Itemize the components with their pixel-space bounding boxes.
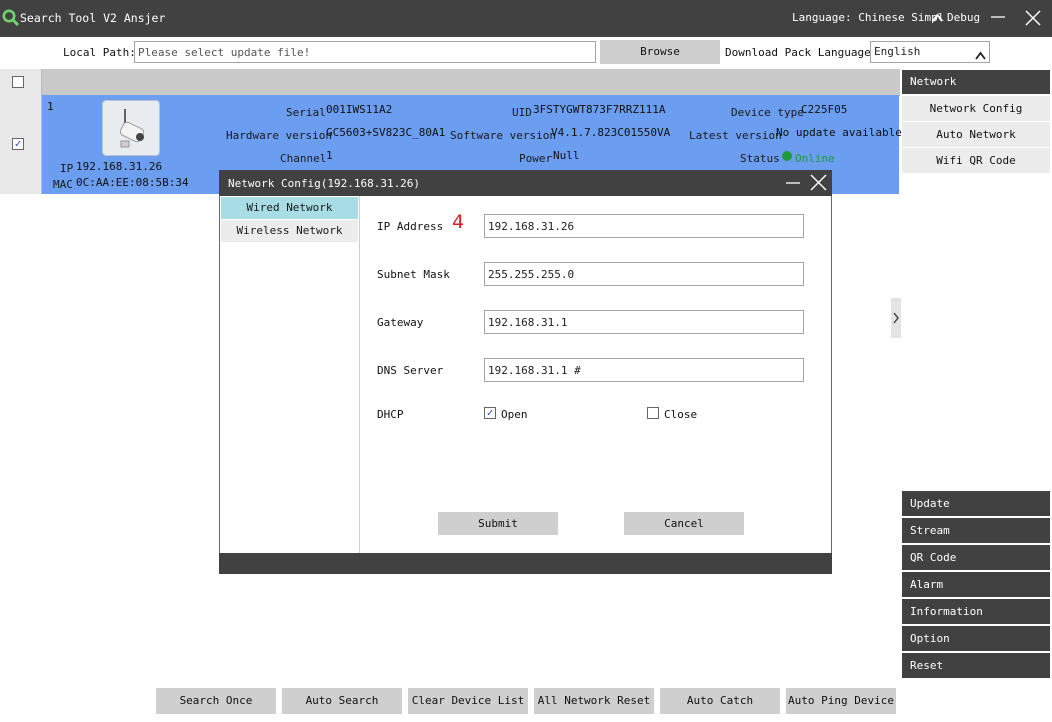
subnet-mask-field[interactable] [484, 262, 804, 286]
status-label: Status [740, 152, 780, 165]
hardware-version: GC5603+SV823C_80A1 [326, 126, 446, 139]
update-button[interactable]: Update [902, 491, 1050, 516]
channel-label: Channel [280, 152, 327, 165]
download-pack-language-select[interactable]: English [870, 41, 990, 63]
auto-search-button[interactable]: Auto Search [282, 688, 402, 714]
dhcp-close-checkbox[interactable] [647, 407, 659, 419]
wifi-qr-code-item[interactable]: Wifi QR Code [902, 148, 1050, 173]
search-once-button[interactable]: Search Once [156, 688, 276, 714]
expand-panel-handle[interactable] [891, 298, 901, 338]
dialog-title-bar: Network Config(192.168.31.26) [219, 170, 832, 196]
device-mac: 0C:AA:EE:08:5B:34 [76, 176, 189, 189]
device-power: Null [553, 149, 580, 162]
dns-server-label: DNS Server [377, 364, 444, 377]
tab-wireless-network[interactable]: Wireless Network [221, 220, 358, 242]
serial-label: Serial [286, 106, 326, 119]
app-title: Search Tool V2 Ansjer [20, 11, 166, 25]
information-button[interactable]: Information [902, 599, 1050, 624]
software-version-label: Software version [450, 129, 556, 142]
stream-button[interactable]: Stream [902, 518, 1050, 543]
browse-button[interactable]: Browse [600, 40, 720, 64]
ip-address-label: IP Address [377, 220, 444, 233]
device-serial: 001IWS11A2 [326, 103, 393, 116]
option-button[interactable]: Option [902, 626, 1050, 651]
debug-label[interactable]: Debug [947, 11, 980, 24]
ip-label: IP [60, 162, 74, 175]
device-channel: 1 [326, 149, 333, 162]
uid-label: UID [512, 106, 532, 119]
dhcp-label: DHCP [377, 408, 404, 421]
device-type: C225F05 [801, 103, 848, 116]
latest-version-label: Latest version [689, 129, 782, 142]
local-path-input[interactable] [134, 41, 596, 63]
software-version: V4.1.7.823C01550VA [551, 126, 671, 139]
dialog-minimize-icon[interactable] [785, 175, 801, 194]
language-selector[interactable]: Language: Chinese Simpl [792, 11, 944, 24]
camera-icon [119, 109, 145, 148]
qr-code-button[interactable]: QR Code [902, 545, 1050, 570]
local-path-label: Local Path: [63, 46, 136, 59]
close-icon[interactable] [1025, 10, 1041, 30]
device-type-label: Device type [731, 106, 804, 119]
download-pack-language-value: English [874, 45, 921, 58]
auto-ping-device-button[interactable]: Auto Ping Device [786, 688, 896, 714]
submit-button[interactable]: Submit [438, 512, 558, 535]
dhcp-close-label: Close [664, 408, 698, 421]
mac-label: MAC [53, 178, 73, 191]
device-list-header [0, 69, 900, 96]
status-badge: Online [795, 152, 835, 165]
reset-button[interactable]: Reset [902, 653, 1050, 678]
annotation-number: 4 [452, 211, 465, 233]
gateway-field[interactable] [484, 310, 804, 334]
minimize-icon[interactable] [990, 9, 1006, 29]
clear-device-list-button[interactable]: Clear Device List [408, 688, 528, 714]
select-all-checkbox[interactable] [12, 76, 24, 88]
dialog-title: Network Config(192.168.31.26) [228, 177, 421, 190]
dhcp-open-checkbox[interactable]: ✓ [484, 407, 496, 419]
title-bar: Search Tool V2 Ansjer Language: Chinese … [0, 0, 1052, 37]
tab-wired-network[interactable]: Wired Network [221, 197, 358, 219]
chevron-up-icon[interactable] [932, 12, 943, 25]
cancel-button[interactable]: Cancel [624, 512, 744, 535]
device-index: 1 [47, 100, 54, 113]
dialog-footer [219, 553, 832, 574]
dialog-close-icon[interactable] [810, 174, 827, 194]
hardware-version-label: Hardware version [226, 129, 332, 142]
subnet-mask-label: Subnet Mask [377, 268, 450, 281]
dns-server-field[interactable] [484, 358, 804, 382]
online-status-dot-icon [782, 151, 792, 161]
network-config-item[interactable]: Network Config [902, 96, 1050, 121]
search-tool-logo-icon [2, 9, 20, 30]
network-panel-header: Network [902, 70, 1050, 94]
alarm-button[interactable]: Alarm [902, 572, 1050, 597]
chevron-up-icon [975, 47, 986, 67]
gateway-label: Gateway [377, 316, 424, 329]
power-label: Power [519, 152, 553, 165]
device-uid: 3FSTYGWT873F7RRZ111A [533, 103, 666, 116]
device-thumbnail [102, 100, 160, 156]
chevron-right-icon [893, 312, 899, 324]
auto-catch-button[interactable]: Auto Catch [660, 688, 780, 714]
dhcp-open-label: Open [501, 408, 528, 421]
device-ip: 192.168.31.26 [76, 160, 163, 173]
auto-network-item[interactable]: Auto Network [902, 122, 1050, 147]
download-pack-language-label: Download Pack Language: [725, 46, 878, 59]
dialog-sidebar [220, 196, 360, 553]
all-network-reset-button[interactable]: All Network Reset [534, 688, 654, 714]
device-row-checkbox[interactable]: ✓ [12, 138, 24, 150]
ip-address-field[interactable] [484, 214, 804, 238]
latest-version: No update available [776, 126, 902, 139]
